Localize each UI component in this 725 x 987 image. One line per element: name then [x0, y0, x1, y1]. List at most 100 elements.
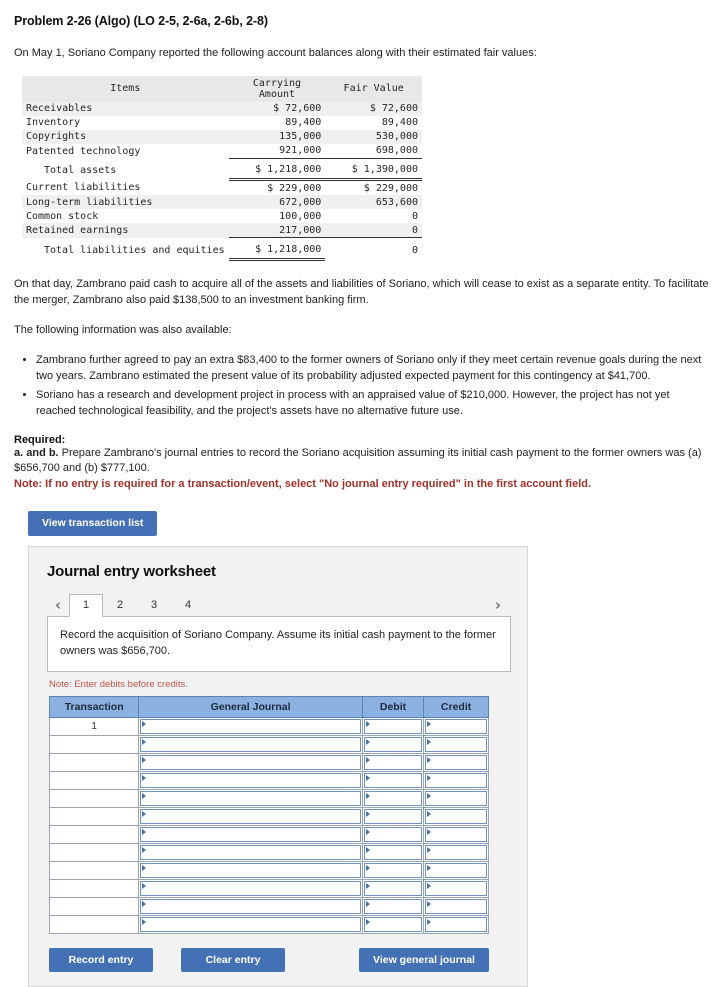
credit-input-cell[interactable]	[423, 752, 489, 772]
debit-input[interactable]	[363, 862, 423, 878]
credit-input[interactable]	[425, 808, 487, 824]
row-label: Total assets	[44, 165, 117, 177]
credit-input-cell[interactable]	[423, 914, 489, 934]
chevron-left-icon[interactable]: ‹	[47, 594, 69, 616]
general-journal-input-cell[interactable]	[138, 860, 363, 880]
debit-input-cell[interactable]	[361, 806, 425, 826]
general-journal-input[interactable]	[140, 826, 361, 842]
general-journal-input-cell[interactable]	[138, 878, 363, 898]
credit-input-cell[interactable]	[423, 896, 489, 916]
worksheet-instruction: Record the acquisition of Soriano Compan…	[47, 615, 511, 672]
tab-4[interactable]: 4	[171, 594, 205, 616]
debit-input[interactable]	[363, 844, 423, 860]
credit-input[interactable]	[425, 916, 487, 932]
debit-input[interactable]	[363, 736, 423, 752]
general-journal-input-cell[interactable]	[138, 896, 363, 916]
debit-input[interactable]	[363, 898, 423, 914]
debit-input-cell[interactable]	[361, 914, 425, 934]
credit-input[interactable]	[425, 754, 487, 770]
general-journal-input-cell[interactable]	[138, 770, 363, 790]
debit-input-cell[interactable]	[361, 752, 425, 772]
table-row: Long-term liabilities 672,000 653,600	[22, 195, 422, 210]
table-header-row: Items Carrying Amount Fair Value	[22, 75, 422, 102]
view-transaction-list-button[interactable]: View transaction list	[28, 511, 158, 536]
tab-2[interactable]: 2	[103, 594, 137, 616]
credit-input[interactable]	[425, 790, 487, 806]
general-journal-input-cell[interactable]	[138, 842, 363, 862]
transaction-number	[48, 914, 140, 934]
general-journal-input[interactable]	[140, 790, 361, 806]
credit-input-cell[interactable]	[423, 878, 489, 898]
credit-input-cell[interactable]	[423, 734, 489, 754]
chevron-right-icon[interactable]: ›	[487, 594, 509, 616]
general-journal-input[interactable]	[140, 754, 361, 770]
debit-input[interactable]	[363, 916, 423, 932]
general-journal-input-cell[interactable]	[138, 716, 363, 736]
debit-input-cell[interactable]	[361, 788, 425, 808]
table-row: Copyrights 135,000 530,000	[22, 129, 422, 144]
credit-input-cell[interactable]	[423, 716, 489, 736]
debit-input-cell[interactable]	[361, 878, 425, 898]
view-general-journal-button[interactable]: View general journal	[359, 947, 489, 973]
debit-input[interactable]	[363, 826, 423, 842]
credit-input[interactable]	[425, 844, 487, 860]
debit-input[interactable]	[363, 808, 423, 824]
transaction-number	[48, 878, 140, 898]
tab-3[interactable]: 3	[137, 594, 171, 616]
debit-input-cell[interactable]	[361, 716, 425, 736]
debit-input-cell[interactable]	[361, 896, 425, 916]
general-journal-input-cell[interactable]	[138, 752, 363, 772]
general-journal-input[interactable]	[140, 898, 361, 914]
debit-input-cell[interactable]	[361, 860, 425, 880]
credit-input-cell[interactable]	[423, 770, 489, 790]
debit-input[interactable]	[363, 772, 423, 788]
carrying-amount-value: $ 1,218,000	[228, 161, 326, 182]
col-general-journal: General Journal	[138, 695, 363, 718]
credit-input[interactable]	[425, 862, 487, 878]
credit-input[interactable]	[425, 718, 487, 734]
view-transaction-list-wrap: View transaction list	[28, 511, 711, 536]
debit-input[interactable]	[363, 718, 423, 734]
general-journal-input[interactable]	[140, 844, 361, 860]
credit-input[interactable]	[425, 736, 487, 752]
general-journal-input-cell[interactable]	[138, 806, 363, 826]
debit-input[interactable]	[363, 754, 423, 770]
credit-input-cell[interactable]	[423, 824, 489, 844]
general-journal-input[interactable]	[140, 808, 361, 824]
credit-input-cell[interactable]	[423, 860, 489, 880]
tab-1[interactable]: 1	[69, 593, 103, 617]
general-journal-input-cell[interactable]	[138, 734, 363, 754]
general-journal-input[interactable]	[140, 916, 361, 932]
worksheet-button-row: Record entry Clear entry View general jo…	[49, 947, 489, 973]
general-journal-input[interactable]	[140, 736, 361, 752]
general-journal-input-cell[interactable]	[138, 788, 363, 808]
credit-input[interactable]	[425, 898, 487, 914]
debit-input-cell[interactable]	[361, 770, 425, 790]
credit-input-cell[interactable]	[423, 842, 489, 862]
journal-entry-worksheet-panel: Journal entry worksheet ‹ 1 2 3 4 › Reco…	[28, 545, 528, 987]
worksheet-tabs: ‹ 1 2 3 4 ›	[47, 592, 511, 617]
general-journal-input[interactable]	[140, 880, 361, 896]
clear-entry-button[interactable]: Clear entry	[181, 947, 285, 973]
debit-input[interactable]	[363, 790, 423, 806]
carrying-amount-value: $ 72,600	[228, 101, 326, 116]
credit-input[interactable]	[425, 826, 487, 842]
general-journal-input-cell[interactable]	[138, 914, 363, 934]
debit-input[interactable]	[363, 880, 423, 896]
required-text: a. and b. Prepare Zambrano's journal ent…	[14, 446, 711, 478]
credit-input-cell[interactable]	[423, 806, 489, 826]
table-row	[48, 806, 489, 826]
debit-input-cell[interactable]	[361, 734, 425, 754]
general-journal-input[interactable]	[140, 718, 361, 734]
general-journal-input[interactable]	[140, 772, 361, 788]
record-entry-button[interactable]: Record entry	[49, 947, 153, 973]
credit-input[interactable]	[425, 880, 487, 896]
col-fair-value: Fair Value	[325, 75, 422, 102]
row-label: Copyrights	[22, 129, 229, 144]
credit-input[interactable]	[425, 772, 487, 788]
credit-input-cell[interactable]	[423, 788, 489, 808]
debit-input-cell[interactable]	[361, 842, 425, 862]
general-journal-input-cell[interactable]	[138, 824, 363, 844]
debit-input-cell[interactable]	[361, 824, 425, 844]
general-journal-input[interactable]	[140, 862, 361, 878]
